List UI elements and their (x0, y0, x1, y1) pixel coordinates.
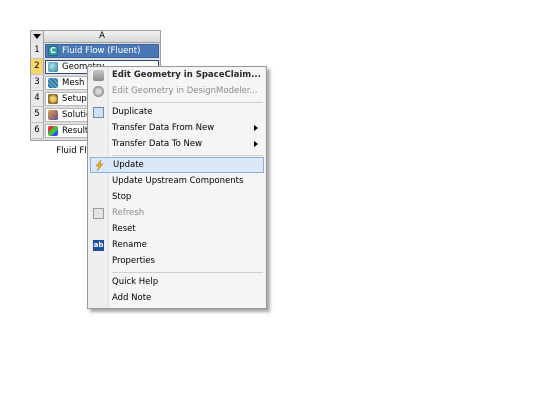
menu-item-rename[interactable]: ab Rename (90, 238, 264, 253)
setup-icon (48, 94, 58, 104)
submenu-arrow-icon (254, 125, 258, 131)
cell-label: Mesh (62, 78, 85, 88)
submenu-arrow-icon (254, 141, 258, 147)
menu-item-label: Quick Help (112, 277, 159, 287)
fluent-icon (48, 45, 58, 57)
menu-item-label: Edit Geometry in DesignModeler... (112, 86, 258, 96)
context-menu: Edit Geometry in SpaceClaim... Edit Geom… (87, 66, 267, 309)
rename-icon: ab (93, 240, 104, 251)
column-header-a: A (44, 31, 160, 43)
geometry-icon (48, 62, 58, 72)
mesh-icon (48, 78, 58, 88)
results-icon (48, 126, 58, 136)
system-header-row: A (31, 31, 160, 43)
designmodeler-icon (93, 86, 104, 97)
menu-item-label: Transfer Data To New (112, 139, 203, 149)
menu-item-edit-geometry-designmodeler[interactable]: Edit Geometry in DesignModeler... (90, 84, 264, 99)
menu-item-refresh[interactable]: Refresh (90, 206, 264, 221)
duplicate-icon (93, 107, 104, 118)
solution-icon (48, 110, 58, 120)
menu-separator (112, 155, 263, 156)
row-number: 2 (31, 59, 44, 75)
menu-item-label: Transfer Data From New (112, 123, 215, 133)
menu-item-label: Update (113, 160, 144, 170)
cell-label: Fluid Flow (Fluent) (62, 46, 141, 56)
menu-item-label: Reset (112, 224, 136, 234)
cell-label: Setup (62, 94, 87, 104)
menu-item-label: Properties (112, 256, 155, 266)
row-number: 1 (31, 43, 44, 59)
menu-item-update-upstream-components[interactable]: Update Upstream Components (90, 174, 264, 189)
row-number: 3 (31, 75, 44, 91)
menu-item-label: Refresh (112, 208, 145, 218)
system-row-1[interactable]: 1 Fluid Flow (Fluent) (31, 43, 160, 59)
menu-item-label: Update Upstream Components (112, 176, 244, 186)
menu-item-transfer-data-from-new[interactable]: Transfer Data From New (90, 121, 264, 136)
menu-item-label: Duplicate (112, 107, 153, 117)
row-number: 6 (31, 123, 44, 139)
menu-separator (112, 272, 263, 273)
menu-item-label: Add Note (112, 293, 152, 303)
menu-item-edit-geometry-spaceclaim[interactable]: Edit Geometry in SpaceClaim... (90, 68, 264, 83)
menu-item-stop[interactable]: Stop (90, 190, 264, 205)
menu-item-update[interactable]: Update (90, 157, 264, 173)
menu-item-properties[interactable]: Properties (90, 254, 264, 269)
menu-item-label: Stop (112, 192, 132, 202)
row-number: 5 (31, 107, 44, 123)
menu-item-duplicate[interactable]: Duplicate (90, 105, 264, 120)
system-title-cell[interactable]: Fluid Flow (Fluent) (45, 44, 159, 58)
menu-item-label: Edit Geometry in SpaceClaim... (112, 70, 261, 80)
row-number: 4 (31, 91, 44, 107)
system-menu-dropdown-icon[interactable] (31, 31, 44, 43)
refresh-icon (93, 208, 104, 219)
menu-item-transfer-data-to-new[interactable]: Transfer Data To New (90, 137, 264, 152)
menu-item-reset[interactable]: Reset (90, 222, 264, 237)
update-icon (94, 159, 105, 172)
menu-separator (112, 102, 263, 103)
menu-item-label: Rename (112, 240, 147, 250)
spaceclaim-icon (93, 70, 104, 81)
menu-item-quick-help[interactable]: Quick Help (90, 275, 264, 290)
menu-item-add-note[interactable]: Add Note (90, 291, 264, 306)
